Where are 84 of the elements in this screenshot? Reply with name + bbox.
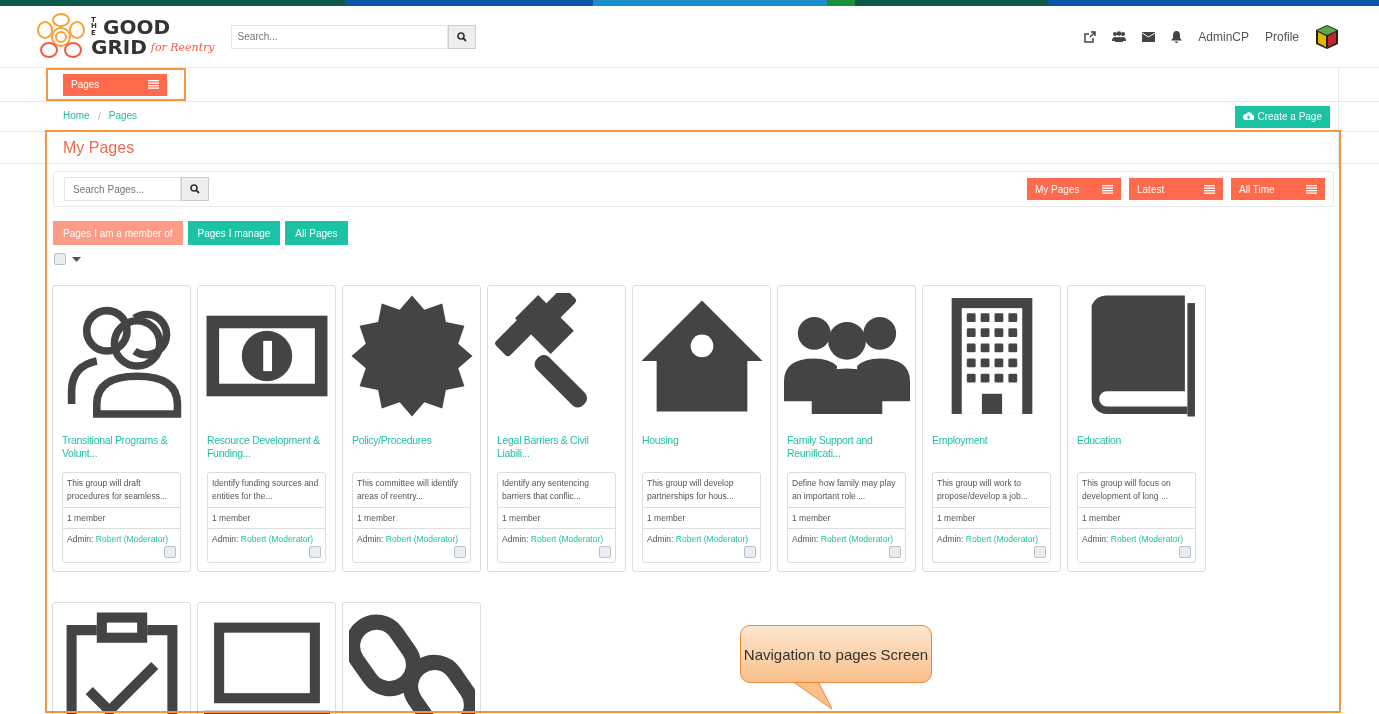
admin-link[interactable]: Robert (Moderator) [95, 534, 169, 545]
page-title-link[interactable]: Policy/Procedures [352, 434, 471, 464]
page-title-link[interactable]: Family Support and Reunificati... [787, 434, 906, 464]
member-count: 1 member [788, 507, 905, 530]
member-count: 1 member [1078, 507, 1195, 530]
page-checkbox[interactable] [889, 546, 901, 558]
admin-label: Admin: [647, 534, 675, 545]
page-description: This group will draft procedures for seamless... [63, 473, 180, 508]
page-title-link[interactable]: Transitional Programs & Volunt... [62, 434, 181, 464]
nav-link[interactable]: Profile [1265, 27, 1299, 46]
admin-link[interactable]: Robert (Moderator) [385, 534, 459, 545]
member-count: 1 member [208, 507, 325, 530]
page-title-link[interactable]: Employment [932, 434, 1051, 464]
cube-avatar-icon[interactable] [1315, 23, 1339, 50]
menu-icon [1306, 184, 1317, 194]
pages-menu-button[interactable]: Pages [63, 73, 167, 96]
sort-dropdown-button[interactable]: Latest [1129, 178, 1223, 200]
breadcrumb-separator: / [97, 109, 101, 125]
sort-dropdown-button[interactable]: All Time [1231, 178, 1325, 200]
filter-tab[interactable]: Pages I manage [187, 221, 281, 245]
search-icon [456, 31, 467, 42]
admin-link[interactable]: Robert (Moderator) [675, 534, 749, 545]
admin-link[interactable]: Robert (Moderator) [1110, 534, 1184, 545]
page-checkbox[interactable] [599, 546, 611, 558]
page-checkbox[interactable] [164, 546, 176, 558]
admin-label: Admin: [937, 534, 965, 545]
search-icon [190, 184, 200, 194]
caret-icon[interactable] [72, 256, 81, 262]
logo-text: GRID [91, 36, 147, 57]
filter-tab[interactable]: All Pages [285, 221, 348, 245]
create-page-button[interactable]: Create a Page [1234, 105, 1330, 128]
logo-text: GOOD [103, 16, 171, 37]
menu-icon [148, 80, 159, 89]
page-title-link[interactable]: Education [1077, 434, 1196, 464]
menu-icon [1204, 184, 1215, 194]
admin-label: Admin: [1082, 534, 1110, 545]
admin-label: Admin: [212, 534, 240, 545]
nav-link[interactable]: AdminCP [1198, 27, 1249, 46]
logo-tagline: for Reentry [150, 40, 215, 56]
page-title-link[interactable]: Housing [642, 434, 761, 464]
admin-label: Admin: [357, 534, 385, 545]
page-description: Define how family may play an important role ... [788, 473, 905, 508]
page-description: Identify any sentencing barriers that conflic... [498, 473, 615, 508]
page-description: This group will work to propose/develop a job... [933, 473, 1050, 508]
callout-note: Navigation to pages Screen [740, 625, 932, 683]
search-field[interactable]: Search Pages... [64, 177, 181, 201]
member-count: 1 member [643, 507, 760, 530]
page-description: This group will focus on development of long ... [1078, 473, 1195, 508]
admin-link[interactable]: Robert (Moderator) [240, 534, 314, 545]
bell-icon[interactable] [1171, 30, 1183, 43]
member-count: 1 member [933, 507, 1050, 530]
admin-link[interactable]: Robert (Moderator) [530, 534, 604, 545]
admin-link[interactable]: Robert (Moderator) [965, 534, 1039, 545]
page-description: This committee will identify areas of reentry... [353, 473, 470, 508]
select-all-checkbox[interactable] [54, 253, 66, 265]
member-count: 1 member [353, 507, 470, 530]
page-title-link[interactable]: Legal Barriers & Civil Liabili... [497, 434, 616, 464]
admin-label: Admin: [792, 534, 820, 545]
search-field[interactable]: Search... [230, 24, 448, 49]
breadcrumb-link[interactable]: Home [63, 108, 90, 125]
filter-tab[interactable]: Pages I am a member of [53, 221, 183, 245]
member-count: 1 member [498, 507, 615, 530]
search-button[interactable] [181, 177, 209, 201]
admin-label: Admin: [502, 534, 530, 545]
page-description: This group will develop partnerships for hous... [643, 473, 760, 508]
page-description: Identify funding sources and entities for the... [208, 473, 325, 508]
page-checkbox[interactable] [1179, 546, 1191, 558]
cloud-upload-icon [1242, 112, 1254, 121]
external-link-icon[interactable] [1084, 30, 1097, 43]
page-title-link[interactable]: Resource Development & Funding... [207, 434, 326, 464]
page-checkbox[interactable] [309, 546, 321, 558]
users-icon[interactable] [1112, 31, 1127, 42]
page-heading: My Pages [63, 137, 135, 158]
page-checkbox[interactable] [1034, 546, 1046, 558]
menu-icon [1102, 184, 1113, 194]
search-button[interactable] [447, 24, 476, 49]
page-checkbox[interactable] [744, 546, 756, 558]
admin-link[interactable]: Robert (Moderator) [820, 534, 894, 545]
admin-label: Admin: [67, 534, 95, 545]
breadcrumb-link[interactable]: Pages [108, 108, 138, 125]
envelope-icon[interactable] [1142, 31, 1156, 42]
page-checkbox[interactable] [454, 546, 466, 558]
member-count: 1 member [63, 507, 180, 530]
sort-dropdown-button[interactable]: My Pages [1027, 178, 1121, 200]
